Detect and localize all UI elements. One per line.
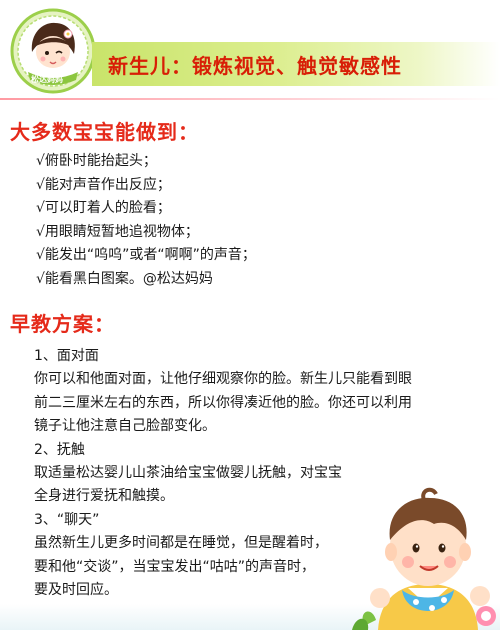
list-item: √能看黑白图案。@松达妈妈: [36, 270, 213, 287]
plan-line: 2、抚触: [34, 441, 85, 458]
list-item: √能对声音作出反应；: [36, 176, 171, 193]
logo-text: 松达妈妈: [31, 75, 63, 84]
infographic-page: 松达妈妈 新生儿：锻炼视觉、触觉敏感性 大多数宝宝能做到： √俯卧时能抬起头； …: [0, 0, 500, 630]
list-item: √俯卧时能抬起头；: [36, 153, 157, 169]
list-item: √用眼睛短暂地追视物体；: [36, 223, 199, 240]
plan-line: 前二三厘米左右的东西，所以你得凑近他的脸。你还可以利用: [34, 394, 412, 411]
plan-line: 1、面对面: [34, 348, 99, 364]
page-title: 新生儿：锻炼视觉、触觉敏感性: [108, 54, 402, 78]
plan-line: 你可以和他面对面，让他仔细观察你的脸。新生儿只能看到眼: [34, 371, 412, 388]
header-divider: [0, 98, 500, 100]
list-item: √可以盯着人的脸看；: [36, 200, 171, 216]
list-item: √能发出“呜呜”或者“啊啊”的声音；: [36, 247, 256, 263]
abilities-heading: 大多数宝宝能做到：: [10, 120, 199, 144]
abilities-list: √俯卧时能抬起头； √能对声音作出反应； √可以盯着人的脸看； √用眼睛短暂地追…: [36, 150, 256, 291]
plan-line: 镜子让他注意自己脸部变化。: [34, 418, 216, 435]
plan-heading: 早教方案：: [10, 312, 115, 336]
baby-illustration-icon: [352, 487, 496, 630]
